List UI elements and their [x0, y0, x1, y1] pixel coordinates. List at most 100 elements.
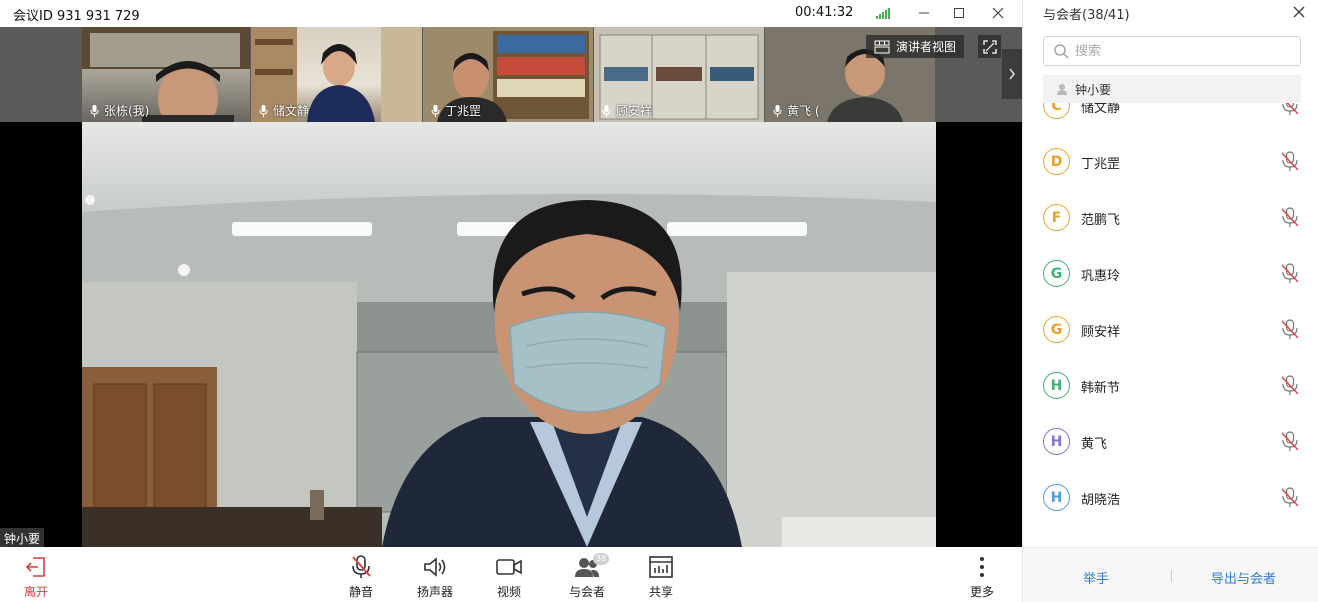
fullscreen-icon: [982, 39, 997, 54]
thumbnail-label: 丁兆罡: [431, 102, 481, 119]
microphone-muted-icon: [352, 555, 371, 578]
thumbnail-name: 储文静: [273, 104, 310, 118]
microphone-muted-icon[interactable]: [1279, 206, 1301, 228]
participant-row[interactable]: H 黄飞: [1023, 414, 1318, 470]
microphone-muted-icon[interactable]: [1279, 374, 1301, 396]
thumbnail-next-button[interactable]: [1002, 49, 1022, 99]
fullscreen-button[interactable]: [978, 35, 1001, 58]
participant-name: 丁兆罡: [1081, 157, 1121, 172]
participant-list: C 储文静 D 丁兆罡 F 范鹏飞 G 巩惠玲 G 顾安祥 H 韩新节 H 黄飞…: [1023, 78, 1318, 547]
active-speaker-video: [82, 122, 936, 547]
camera-icon: [496, 559, 522, 575]
microphone-muted-icon[interactable]: [1279, 150, 1301, 172]
export-participants-button[interactable]: 导出与会者: [1211, 568, 1276, 587]
thumbnail-label: 储文静: [259, 102, 309, 119]
participant-name: 巩惠玲: [1081, 269, 1121, 284]
thumbnail-label: 顾安祥: [602, 102, 652, 119]
microphone-muted-icon[interactable]: [1279, 486, 1301, 508]
panel-footer: 举手 导出与会者: [1023, 547, 1318, 602]
participant-avatar: G: [1043, 260, 1070, 287]
microphone-muted-icon[interactable]: [1279, 430, 1301, 452]
microphone-icon: [90, 104, 99, 117]
leave-label: 离开: [23, 585, 48, 599]
meeting-window: 会议ID 931 931 729 00:41:32 张栋(我) 储文静 丁兆罡 …: [0, 0, 1022, 602]
signal-strength-icon: [876, 8, 890, 19]
thumbnail-label: 黄飞 (: [773, 102, 820, 119]
leave-button[interactable]: 离开: [8, 554, 64, 600]
mute-button[interactable]: 静音: [333, 554, 389, 600]
speaker-button[interactable]: 扬声器: [407, 554, 463, 600]
search-input[interactable]: [1075, 43, 1275, 59]
participant-row[interactable]: G 顾安祥: [1023, 302, 1318, 358]
participant-row[interactable]: H 韩新节: [1023, 358, 1318, 414]
microphone-muted-icon[interactable]: [1279, 262, 1301, 284]
video-button[interactable]: 视频: [481, 554, 537, 600]
video-thumbnail[interactable]: 丁兆罡: [423, 27, 593, 122]
participants-label: 与会者: [568, 585, 605, 599]
microphone-icon: [259, 104, 268, 117]
participant-name: 黄飞: [1081, 437, 1108, 452]
leave-icon: [25, 557, 45, 577]
thumbnail-name: 黄飞 (: [787, 104, 820, 118]
more-vertical-icon: [980, 557, 984, 577]
title-bar: 会议ID 931 931 729 00:41:32: [0, 0, 1022, 27]
participant-row[interactable]: D 丁兆罡: [1023, 134, 1318, 190]
active-speaker-label: 钟小要: [0, 528, 45, 549]
microphone-icon: [602, 104, 611, 117]
video-thumbnail[interactable]: 顾安祥: [594, 27, 764, 122]
meeting-id: 会议ID 931 931 729: [13, 9, 140, 24]
speaker-label: 扬声器: [416, 585, 453, 599]
video-thumbnail[interactable]: 储文静: [251, 27, 422, 122]
participant-name: 范鹏飞: [1081, 213, 1121, 228]
main-video-feed: [82, 122, 936, 547]
presenter-view-label: 演讲者视图: [896, 40, 957, 54]
video-thumbnail-strip: 张栋(我) 储文静 丁兆罡 顾安祥 黄飞 (演讲者视图: [0, 27, 1022, 122]
share-button[interactable]: 共享: [633, 554, 689, 600]
participants-panel: 与会者(38/41) 钟小要 C 储文静 D 丁兆罡 F 范鹏飞: [1022, 0, 1318, 602]
participant-avatar: H: [1043, 372, 1070, 399]
participant-row[interactable]: F 范鹏飞: [1023, 190, 1318, 246]
microphone-muted-icon[interactable]: [1279, 318, 1301, 340]
minimize-icon: [919, 12, 929, 14]
participant-avatar: G: [1043, 316, 1070, 343]
minimize-button[interactable]: [912, 3, 936, 23]
participant-name: 胡晓浩: [1081, 493, 1121, 508]
footer-divider: [1171, 570, 1172, 582]
participants-count-badge: 38: [593, 553, 610, 565]
video-thumbnail[interactable]: 张栋(我): [82, 27, 250, 122]
panel-close-button[interactable]: [1289, 2, 1309, 22]
share-label: 共享: [648, 585, 673, 599]
participant-avatar: H: [1043, 484, 1070, 511]
participants-button[interactable]: 38 与会者: [559, 553, 615, 600]
user-icon: [1057, 84, 1067, 95]
participant-row[interactable]: G 巩惠玲: [1023, 246, 1318, 302]
more-button[interactable]: 更多: [954, 554, 1010, 600]
chevron-right-icon: [1009, 68, 1015, 80]
participant-avatar: F: [1043, 204, 1070, 231]
participant-name: 韩新节: [1081, 381, 1121, 396]
close-icon: [992, 7, 1004, 19]
participant-name: 顾安祥: [1081, 325, 1121, 340]
thumbnail-name: 顾安祥: [616, 104, 653, 118]
presenter-view-icon: [874, 40, 890, 53]
participant-avatar: D: [1043, 148, 1070, 175]
raise-hand-button[interactable]: 举手: [1083, 568, 1109, 587]
pinned-participant[interactable]: 钟小要: [1043, 75, 1301, 103]
microphone-icon: [773, 104, 782, 117]
maximize-button[interactable]: [947, 3, 971, 23]
close-icon: [1293, 6, 1305, 18]
presenter-view-button[interactable]: 演讲者视图: [866, 35, 965, 58]
share-screen-icon: [649, 556, 673, 578]
pinned-participant-name: 钟小要: [1075, 82, 1112, 97]
participant-row[interactable]: H 胡晓浩: [1023, 470, 1318, 526]
panel-title: 与会者(38/41): [1043, 8, 1130, 23]
microphone-icon: [431, 104, 440, 117]
participant-avatar: H: [1043, 428, 1070, 455]
participant-search[interactable]: [1043, 36, 1301, 66]
maximize-icon: [954, 8, 964, 18]
thumbnail-name: 张栋(我): [104, 104, 150, 118]
mute-label: 静音: [348, 585, 373, 599]
window-close-button[interactable]: [986, 3, 1010, 23]
thumbnail-name: 丁兆罡: [445, 104, 482, 118]
meeting-toolbar: 离开 静音 扬声器 视频 38 与会者 共享 更多: [0, 547, 1022, 602]
